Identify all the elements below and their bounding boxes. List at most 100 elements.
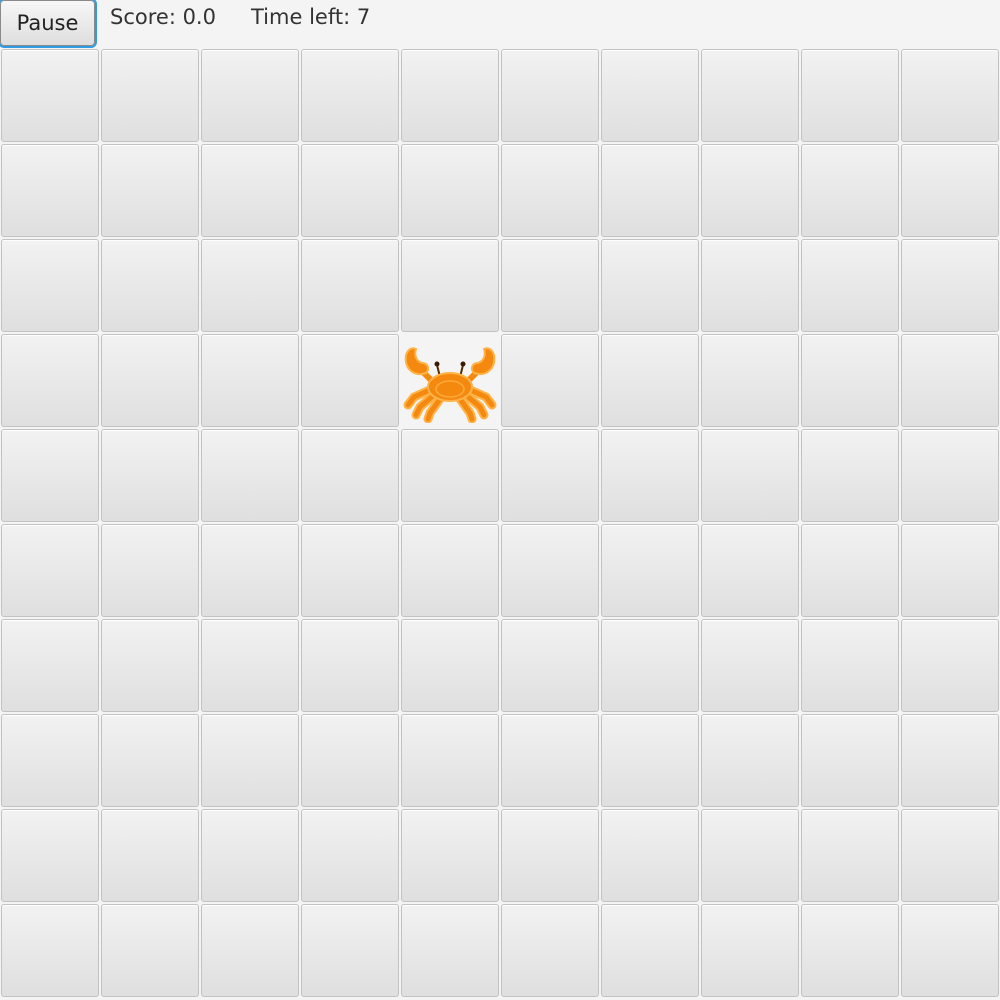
board-cell[interactable]	[101, 714, 199, 807]
board-cell[interactable]	[601, 334, 699, 427]
board-cell[interactable]	[701, 524, 799, 617]
board-cell[interactable]	[901, 429, 999, 522]
board-cell[interactable]	[201, 904, 299, 997]
board-cell[interactable]	[601, 809, 699, 902]
board-cell[interactable]	[1, 429, 99, 522]
pause-button[interactable]: Pause	[0, 0, 95, 46]
board-cell[interactable]	[501, 524, 599, 617]
board-cell[interactable]	[501, 144, 599, 237]
board-cell[interactable]	[501, 429, 599, 522]
board-cell[interactable]	[701, 809, 799, 902]
board-cell[interactable]	[901, 809, 999, 902]
board-cell[interactable]	[1, 334, 99, 427]
board-cell[interactable]	[901, 619, 999, 712]
board-cell[interactable]	[701, 49, 799, 142]
board-cell[interactable]	[401, 334, 499, 427]
board-cell[interactable]	[401, 619, 499, 712]
board-cell[interactable]	[501, 809, 599, 902]
board-cell[interactable]	[701, 904, 799, 997]
board-cell[interactable]	[101, 619, 199, 712]
board-cell[interactable]	[1, 49, 99, 142]
board-cell[interactable]	[801, 524, 899, 617]
board-cell[interactable]	[501, 239, 599, 332]
board-cell[interactable]	[601, 714, 699, 807]
board-cell[interactable]	[301, 809, 399, 902]
board-cell[interactable]	[301, 429, 399, 522]
board-cell[interactable]	[201, 619, 299, 712]
board-cell[interactable]	[1, 239, 99, 332]
board-cell[interactable]	[701, 619, 799, 712]
board-cell[interactable]	[101, 524, 199, 617]
board-cell[interactable]	[701, 429, 799, 522]
board-cell[interactable]	[301, 49, 399, 142]
board-cell[interactable]	[401, 239, 499, 332]
board-cell[interactable]	[501, 49, 599, 142]
board-cell[interactable]	[101, 144, 199, 237]
board-cell[interactable]	[101, 429, 199, 522]
board-cell[interactable]	[501, 619, 599, 712]
board-cell[interactable]	[901, 334, 999, 427]
board-cell[interactable]	[201, 524, 299, 617]
board-cell[interactable]	[401, 904, 499, 997]
board-cell[interactable]	[601, 429, 699, 522]
board-cell[interactable]	[101, 334, 199, 427]
board-cell[interactable]	[601, 524, 699, 617]
board-cell[interactable]	[301, 619, 399, 712]
board-cell[interactable]	[1, 619, 99, 712]
board-cell[interactable]	[101, 239, 199, 332]
board-cell[interactable]	[201, 714, 299, 807]
board-cell[interactable]	[1, 524, 99, 617]
board-cell[interactable]	[701, 714, 799, 807]
board-cell[interactable]	[101, 904, 199, 997]
board-cell[interactable]	[201, 239, 299, 332]
board-cell[interactable]	[201, 49, 299, 142]
board-cell[interactable]	[901, 144, 999, 237]
board-cell[interactable]	[101, 809, 199, 902]
board-cell[interactable]	[801, 334, 899, 427]
board-cell[interactable]	[401, 429, 499, 522]
board-cell[interactable]	[501, 334, 599, 427]
board-cell[interactable]	[401, 144, 499, 237]
board-cell[interactable]	[801, 809, 899, 902]
board-cell[interactable]	[1, 144, 99, 237]
board-cell[interactable]	[801, 904, 899, 997]
board-cell[interactable]	[801, 429, 899, 522]
board-cell[interactable]	[1, 809, 99, 902]
board-cell[interactable]	[901, 904, 999, 997]
board-cell[interactable]	[801, 239, 899, 332]
board-cell[interactable]	[401, 524, 499, 617]
board-cell[interactable]	[801, 49, 899, 142]
board-cell[interactable]	[701, 334, 799, 427]
board-cell[interactable]	[401, 714, 499, 807]
board-cell[interactable]	[301, 714, 399, 807]
board-cell[interactable]	[601, 619, 699, 712]
board-cell[interactable]	[1, 714, 99, 807]
board-cell[interactable]	[701, 239, 799, 332]
board-cell[interactable]	[901, 714, 999, 807]
board-cell[interactable]	[601, 239, 699, 332]
board-cell[interactable]	[601, 49, 699, 142]
board-cell[interactable]	[601, 144, 699, 237]
board-cell[interactable]	[301, 144, 399, 237]
board-cell[interactable]	[701, 144, 799, 237]
board-cell[interactable]	[401, 809, 499, 902]
board-cell[interactable]	[801, 144, 899, 237]
board-cell[interactable]	[501, 714, 599, 807]
board-cell[interactable]	[301, 239, 399, 332]
board-cell[interactable]	[901, 49, 999, 142]
board-cell[interactable]	[101, 49, 199, 142]
board-cell[interactable]	[401, 49, 499, 142]
board-cell[interactable]	[201, 809, 299, 902]
board-cell[interactable]	[901, 524, 999, 617]
board-cell[interactable]	[801, 714, 899, 807]
board-cell[interactable]	[201, 429, 299, 522]
board-cell[interactable]	[301, 904, 399, 997]
board-cell[interactable]	[301, 334, 399, 427]
board-cell[interactable]	[301, 524, 399, 617]
board-cell[interactable]	[1, 904, 99, 997]
board-cell[interactable]	[601, 904, 699, 997]
board-cell[interactable]	[801, 619, 899, 712]
board-cell[interactable]	[501, 904, 599, 997]
board-cell[interactable]	[201, 144, 299, 237]
crab-icon[interactable]	[402, 339, 498, 423]
